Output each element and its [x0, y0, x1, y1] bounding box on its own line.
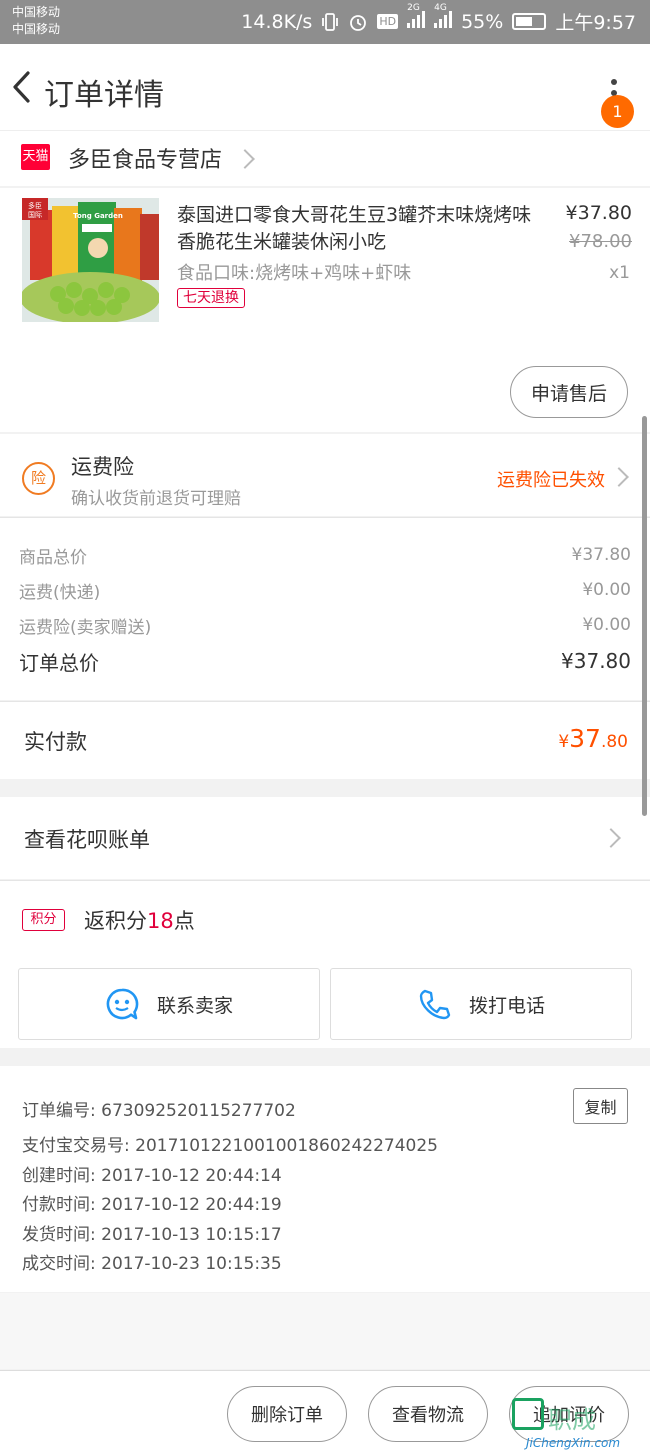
app-header: 订单详情 1 — [0, 44, 650, 130]
battery-icon — [512, 13, 547, 30]
completed-time: 成交时间: 2017-10-23 10:15:35 — [22, 1254, 282, 1274]
alipay-trade-number: 支付宝交易号: 2017101221001001860242274025 — [22, 1136, 438, 1156]
return-policy-badge: 七天退换 — [177, 288, 245, 308]
summary-row-total: 订单总价 ¥37.80 — [19, 646, 631, 676]
net-speed: 14.8K/s — [241, 10, 313, 33]
summary-value: ¥37.80 — [571, 545, 631, 565]
battery-percent: 55% — [461, 10, 504, 33]
huabei-label: 查看花呗账单 — [24, 828, 150, 852]
created-time: 创建时间: 2017-10-12 20:44:14 — [22, 1166, 282, 1186]
insurance-icon: 险 — [22, 462, 55, 495]
phone-icon — [419, 989, 451, 1020]
payment-amount: ¥37.80 — [558, 724, 628, 753]
watermark-icon — [512, 1398, 544, 1430]
product-card: 多臣 国际 Tong Garden 泰国进口零食大哥花生豆3罐芥末味烧烤味香脆花… — [0, 188, 650, 432]
thumb-badge-2: 国际 — [28, 210, 42, 219]
shop-name: 多臣食品专营店 — [68, 148, 223, 173]
huabei-bill-row[interactable]: 查看花呗账单 — [0, 797, 650, 879]
carrier-info: 中国移动 中国移动 — [12, 4, 60, 38]
copy-button[interactable]: 复制 — [573, 1088, 628, 1124]
product-thumbnail[interactable]: 多臣 国际 Tong Garden — [22, 198, 159, 322]
payment-label: 实付款 — [24, 730, 87, 754]
page-title: 订单详情 — [44, 78, 164, 113]
call-phone-button[interactable]: 拨打电话 — [330, 968, 632, 1040]
summary-row-goods: 商品总价 ¥37.80 — [19, 540, 631, 570]
product-quantity: x1 — [609, 263, 630, 283]
clock: 上午9:57 — [555, 12, 636, 34]
points-badge: 积分 — [22, 909, 65, 931]
view-logistics-button[interactable]: 查看物流 — [368, 1386, 488, 1442]
carrier-1: 中国移动 — [12, 5, 61, 19]
insurance-subtitle: 确认收货前退货可理赔 — [71, 489, 241, 509]
product-original-price: ¥78.00 — [569, 231, 632, 252]
chevron-right-icon — [601, 828, 621, 848]
points-count: 18 — [147, 909, 174, 933]
signal-4g: 4G — [434, 3, 453, 33]
chevron-right-icon — [235, 149, 255, 169]
order-number: 订单编号: 673092520115277702 — [22, 1101, 296, 1121]
hd-icon: HD — [377, 14, 399, 29]
spacer — [0, 1293, 650, 1369]
chevron-right-icon — [609, 467, 629, 487]
status-bar: 中国移动 中国移动 14.8K/s HD 2G 4G 55% 上午9:57 — [0, 0, 650, 44]
watermark-logo: 职成 JiChengXin.com — [512, 1398, 642, 1452]
points-row: 积分 返积分18点 — [0, 880, 650, 958]
watermark-text: 职成 — [548, 1406, 596, 1434]
call-phone-label: 拨打电话 — [468, 994, 545, 1017]
status-right: 14.8K/s HD 2G 4G 55% 上午9:57 — [241, 3, 636, 35]
insurance-title: 运费险 — [71, 455, 134, 479]
order-info: 订单编号: 673092520115277702 支付宝交易号: 2017101… — [0, 1066, 650, 1292]
thumb-badge-1: 多臣 — [28, 201, 42, 210]
product-image: 多臣 国际 Tong Garden — [22, 198, 159, 322]
product-spec: 食品口味:烧烤味+鸡味+虾味 — [177, 263, 412, 284]
notification-badge: 1 — [601, 95, 634, 128]
apply-aftersale-button[interactable]: 申请售后 — [510, 366, 628, 418]
summary-label: 商品总价 — [19, 547, 87, 568]
scrollbar[interactable] — [642, 416, 647, 816]
price-summary: 商品总价 ¥37.80 运费(快递) ¥0.00 运费险(卖家赠送) ¥0.00… — [0, 517, 650, 700]
tmall-logo-icon: 天猫 — [21, 144, 50, 170]
chat-bubble-icon — [106, 988, 139, 1020]
shop-row[interactable]: 天猫 多臣食品专营店 — [0, 130, 650, 186]
insurance-status: 运费险已失效 — [497, 470, 605, 491]
summary-value: ¥0.00 — [582, 615, 631, 635]
summary-label: 运费(快递) — [19, 582, 101, 603]
paid-time: 付款时间: 2017-10-12 20:44:19 — [22, 1195, 282, 1215]
contact-actions: 联系卖家 拨打电话 — [0, 958, 650, 1048]
summary-value: ¥0.00 — [582, 580, 631, 600]
summary-row-insurance: 运费险(卖家赠送) ¥0.00 — [19, 610, 631, 640]
actual-payment-row: 实付款 ¥37.80 — [0, 701, 650, 779]
summary-row-shipping: 运费(快递) ¥0.00 — [19, 575, 631, 605]
watermark-url: JiChengXin.com — [526, 1436, 621, 1450]
signal-2g: 2G — [407, 3, 426, 33]
back-arrow-icon[interactable] — [8, 69, 38, 105]
vibrate-icon — [322, 12, 339, 31]
product-title[interactable]: 泰国进口零食大哥花生豆3罐芥末味烧烤味香脆花生米罐装休闲小吃 — [177, 202, 532, 256]
total-label: 订单总价 — [19, 650, 99, 675]
carrier-2: 中国移动 — [12, 22, 61, 36]
summary-label: 运费险(卖家赠送) — [19, 617, 152, 638]
alarm-icon — [350, 14, 367, 31]
product-price: ¥37.80 — [565, 202, 632, 224]
delete-order-button[interactable]: 删除订单 — [227, 1386, 347, 1442]
contact-seller-label: 联系卖家 — [156, 994, 233, 1017]
contact-seller-button[interactable]: 联系卖家 — [18, 968, 320, 1040]
total-value: ¥37.80 — [561, 649, 631, 673]
shipping-insurance-row[interactable]: 险 运费险 确认收货前退货可理赔 运费险已失效 — [0, 434, 650, 516]
points-text: 返积分18点 — [84, 909, 195, 933]
thumb-brand: Tong Garden — [73, 212, 123, 220]
shipped-time: 发货时间: 2017-10-13 10:15:17 — [22, 1225, 282, 1245]
